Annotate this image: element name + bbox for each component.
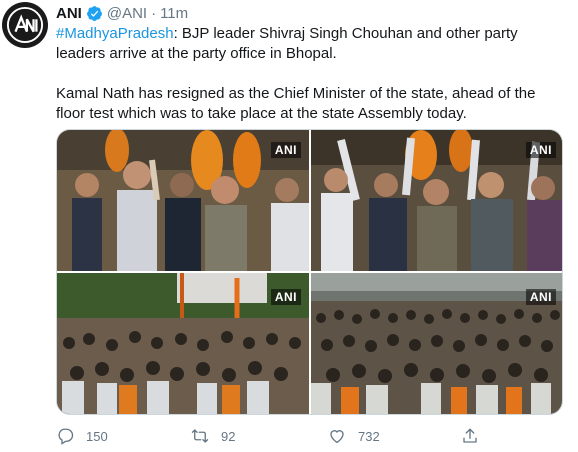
retweet-icon (191, 429, 209, 443)
photo-3[interactable]: ANI (57, 273, 309, 414)
verified-badge-icon (86, 5, 102, 21)
photo-1[interactable]: ANI (57, 130, 309, 271)
reply-button[interactable]: 150 (56, 427, 108, 445)
reply-count: 150 (86, 428, 108, 444)
photo-2[interactable]: ANI (311, 130, 562, 271)
photo-3-watermark: ANI (270, 289, 301, 305)
avatar[interactable] (2, 2, 48, 48)
action-bar: 150 92 732 (56, 424, 486, 448)
reply-icon (58, 428, 74, 445)
media-grid: ANI ANI ANI ANI (56, 129, 563, 415)
like-button[interactable]: 732 (328, 427, 380, 445)
photo-1-watermark: ANI (270, 142, 301, 158)
retweet-count: 92 (221, 428, 236, 444)
like-count: 732 (358, 428, 380, 444)
hashtag-link[interactable]: #MadhyaPradesh (56, 25, 174, 42)
share-icon (463, 428, 477, 443)
tweet-header: ANI @ANI · 11m (56, 3, 188, 23)
tweet-paragraph-1: #MadhyaPradesh: BJP leader Shivraj Singh… (56, 24, 568, 64)
ani-logo (6, 6, 44, 44)
retweet-button[interactable]: 92 (191, 427, 235, 445)
photo-4[interactable]: ANI (311, 273, 562, 414)
author-handle[interactable]: @ANI (107, 5, 147, 22)
separator-dot: · (151, 4, 157, 22)
author-name[interactable]: ANI (56, 5, 82, 22)
photo-2-watermark: ANI (525, 142, 556, 158)
like-icon (330, 430, 344, 444)
share-button[interactable] (461, 427, 491, 445)
tweet-paragraph-2: Kamal Nath has resigned as the Chief Min… (56, 85, 536, 122)
photo-4-watermark: ANI (525, 289, 556, 305)
tweet-text: #MadhyaPradesh: BJP leader Shivraj Singh… (56, 24, 568, 124)
timestamp[interactable]: 11m (160, 5, 188, 22)
